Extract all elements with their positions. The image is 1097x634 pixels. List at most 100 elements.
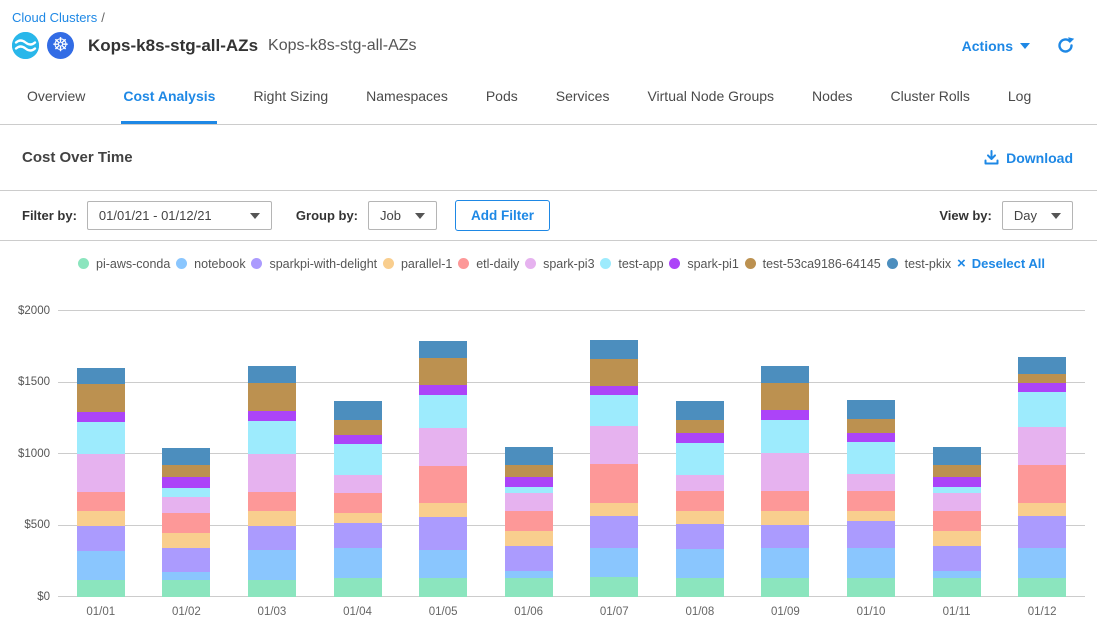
bar-segment-test-pkix[interactable] [505, 447, 553, 465]
bar-01/08[interactable] [657, 311, 743, 597]
bar-segment-test-53ca9186-64145[interactable] [334, 420, 382, 435]
breadcrumb-link-cloud-clusters[interactable]: Cloud Clusters [12, 10, 97, 25]
bar-segment-test-app[interactable] [419, 395, 467, 428]
bar-segment-pi-aws-conda[interactable] [505, 578, 553, 597]
bar-segment-test-pkix[interactable] [334, 401, 382, 420]
bar-segment-etl-daily[interactable] [933, 511, 981, 531]
bar-segment-spark-pi3[interactable] [847, 474, 895, 490]
tab-namespaces[interactable]: Namespaces [364, 88, 450, 124]
deselect-all-button[interactable]: ×Deselect All [957, 256, 1045, 271]
bar-segment-test-pkix[interactable] [676, 401, 724, 420]
bar-01/10[interactable] [828, 311, 914, 597]
bar-segment-test-pkix[interactable] [761, 366, 809, 382]
bar-01/02[interactable] [144, 311, 230, 597]
bar-segment-test-app[interactable] [761, 420, 809, 453]
bar-01/09[interactable] [743, 311, 829, 597]
bar-segment-spark-pi1[interactable] [419, 385, 467, 395]
bar-segment-spark-pi1[interactable] [162, 477, 210, 488]
legend-item-etl-daily[interactable]: etl-daily [458, 257, 519, 271]
bar-segment-parallel-1[interactable] [77, 511, 125, 526]
bar-segment-test-53ca9186-64145[interactable] [933, 465, 981, 477]
bar-segment-spark-pi3[interactable] [761, 453, 809, 491]
bar-segment-sparkpi-with-delight[interactable] [676, 524, 724, 549]
bar-segment-spark-pi3[interactable] [334, 475, 382, 494]
bar-segment-test-app[interactable] [334, 444, 382, 475]
date-range-select[interactable]: 01/01/21 - 01/12/21 [87, 201, 272, 230]
bar-segment-parallel-1[interactable] [162, 533, 210, 549]
bar-segment-pi-aws-conda[interactable] [933, 578, 981, 597]
bar-segment-pi-aws-conda[interactable] [1018, 578, 1066, 597]
bar-segment-spark-pi3[interactable] [419, 428, 467, 467]
bar-segment-notebook[interactable] [847, 548, 895, 577]
bar-segment-etl-daily[interactable] [505, 511, 553, 531]
legend-item-sparkpi-with-delight[interactable]: sparkpi-with-delight [251, 257, 377, 271]
bar-segment-test-app[interactable] [590, 395, 638, 426]
bar-segment-sparkpi-with-delight[interactable] [761, 525, 809, 549]
bar-segment-test-pkix[interactable] [1018, 357, 1066, 374]
bar-segment-pi-aws-conda[interactable] [334, 578, 382, 597]
bar-segment-etl-daily[interactable] [847, 491, 895, 511]
bar-segment-spark-pi1[interactable] [676, 433, 724, 442]
bar-segment-test-pkix[interactable] [77, 368, 125, 384]
bar-segment-test-53ca9186-64145[interactable] [77, 384, 125, 412]
legend-item-notebook[interactable]: notebook [176, 257, 245, 271]
bar-segment-test-app[interactable] [676, 443, 724, 475]
bar-segment-test-pkix[interactable] [847, 400, 895, 419]
bar-segment-pi-aws-conda[interactable] [761, 578, 809, 597]
bar-01/05[interactable] [400, 311, 486, 597]
tab-services[interactable]: Services [554, 88, 612, 124]
legend-item-test-pkix[interactable]: test-pkix [887, 257, 952, 271]
bar-segment-sparkpi-with-delight[interactable] [505, 546, 553, 571]
bar-segment-notebook[interactable] [419, 550, 467, 579]
bar-segment-sparkpi-with-delight[interactable] [162, 548, 210, 572]
bar-segment-etl-daily[interactable] [590, 464, 638, 503]
tab-overview[interactable]: Overview [25, 88, 87, 124]
bar-segment-test-pkix[interactable] [248, 366, 296, 383]
bar-segment-parallel-1[interactable] [419, 503, 467, 517]
bar-segment-spark-pi3[interactable] [162, 497, 210, 513]
bar-segment-pi-aws-conda[interactable] [590, 577, 638, 597]
bar-segment-test-pkix[interactable] [419, 341, 467, 357]
bar-segment-parallel-1[interactable] [505, 531, 553, 546]
bar-segment-etl-daily[interactable] [334, 493, 382, 513]
bar-01/06[interactable] [486, 311, 572, 597]
bar-segment-sparkpi-with-delight[interactable] [933, 546, 981, 571]
bar-segment-test-app[interactable] [248, 421, 296, 454]
bar-segment-test-pkix[interactable] [162, 448, 210, 465]
bar-segment-notebook[interactable] [590, 548, 638, 577]
bar-segment-notebook[interactable] [77, 551, 125, 580]
legend-item-spark-pi1[interactable]: spark-pi1 [669, 257, 738, 271]
bar-segment-test-53ca9186-64145[interactable] [505, 465, 553, 477]
bar-segment-test-53ca9186-64145[interactable] [676, 420, 724, 434]
bar-segment-notebook[interactable] [761, 548, 809, 578]
bar-01/07[interactable] [571, 311, 657, 597]
bar-segment-test-app[interactable] [77, 422, 125, 454]
bar-segment-etl-daily[interactable] [761, 491, 809, 510]
bar-segment-sparkpi-with-delight[interactable] [1018, 516, 1066, 548]
bar-segment-pi-aws-conda[interactable] [162, 580, 210, 597]
bar-segment-sparkpi-with-delight[interactable] [847, 521, 895, 549]
bar-segment-etl-daily[interactable] [77, 492, 125, 511]
bar-segment-test-app[interactable] [847, 442, 895, 474]
bar-segment-test-pkix[interactable] [933, 447, 981, 465]
bar-segment-spark-pi1[interactable] [248, 411, 296, 421]
legend-item-spark-pi3[interactable]: spark-pi3 [525, 257, 594, 271]
bar-segment-test-53ca9186-64145[interactable] [761, 383, 809, 411]
bar-segment-parallel-1[interactable] [761, 511, 809, 525]
bar-segment-notebook[interactable] [248, 550, 296, 580]
bar-01/01[interactable] [58, 311, 144, 597]
tab-nodes[interactable]: Nodes [810, 88, 854, 124]
bar-segment-sparkpi-with-delight[interactable] [248, 526, 296, 550]
bar-segment-pi-aws-conda[interactable] [248, 580, 296, 597]
bar-segment-sparkpi-with-delight[interactable] [334, 523, 382, 548]
view-by-select[interactable]: Day [1002, 201, 1073, 230]
bar-segment-pi-aws-conda[interactable] [77, 580, 125, 597]
bar-segment-etl-daily[interactable] [162, 513, 210, 533]
bar-segment-spark-pi3[interactable] [505, 493, 553, 511]
bar-segment-pi-aws-conda[interactable] [419, 578, 467, 597]
tab-right-sizing[interactable]: Right Sizing [251, 88, 330, 124]
bar-segment-spark-pi1[interactable] [761, 410, 809, 420]
actions-button[interactable]: Actions [962, 38, 1030, 54]
bar-segment-notebook[interactable] [334, 548, 382, 578]
tab-virtual-node-groups[interactable]: Virtual Node Groups [645, 88, 776, 124]
